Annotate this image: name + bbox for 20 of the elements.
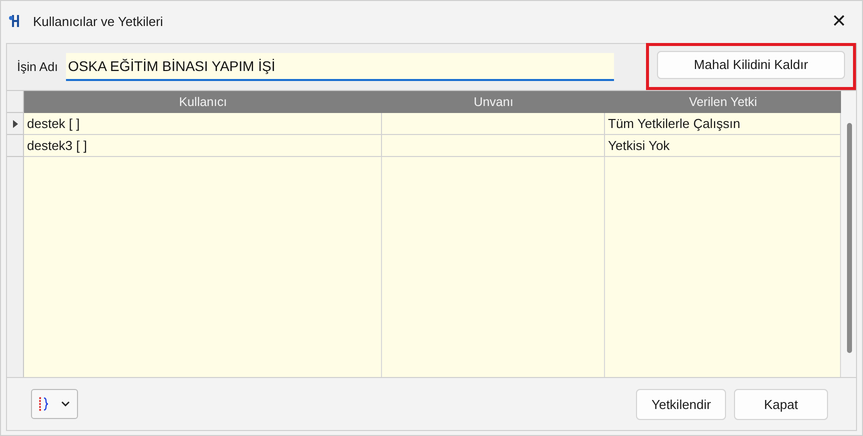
table-cell: destek3 [ ] bbox=[24, 135, 382, 157]
column-header[interactable]: Unvanı bbox=[382, 91, 605, 113]
field-label: İşin Adı bbox=[17, 60, 58, 74]
unlock-button[interactable]: Mahal Kilidini Kaldır bbox=[657, 50, 845, 78]
current-row-icon bbox=[12, 120, 18, 128]
close-button[interactable]: ✕ bbox=[816, 10, 862, 32]
table-cell: Yetkisi Yok bbox=[605, 135, 841, 157]
window-title: Kullanıcılar ve Yetkileri bbox=[33, 14, 164, 28]
chevron-down-icon bbox=[61, 401, 70, 407]
table-cell: Tüm Yetkilerle Çalışsın bbox=[605, 113, 841, 135]
table-cell: destek [ ] bbox=[24, 113, 382, 135]
symbol-dropdown[interactable] bbox=[31, 389, 78, 419]
bracket-symbol-icon bbox=[39, 397, 49, 411]
scrollbar-thumb[interactable] bbox=[847, 123, 852, 353]
job-name-field[interactable]: OSKA EĞİTİM BİNASI YAPIM İŞİ bbox=[66, 53, 614, 81]
row-header[interactable] bbox=[7, 113, 24, 135]
column-header[interactable]: Verilen Yetki bbox=[605, 91, 841, 113]
dialog-button[interactable]: Yetkilendir bbox=[636, 388, 726, 420]
dialog-button[interactable]: Kapat bbox=[734, 388, 828, 420]
column-header[interactable]: Kullanıcı bbox=[24, 91, 382, 113]
